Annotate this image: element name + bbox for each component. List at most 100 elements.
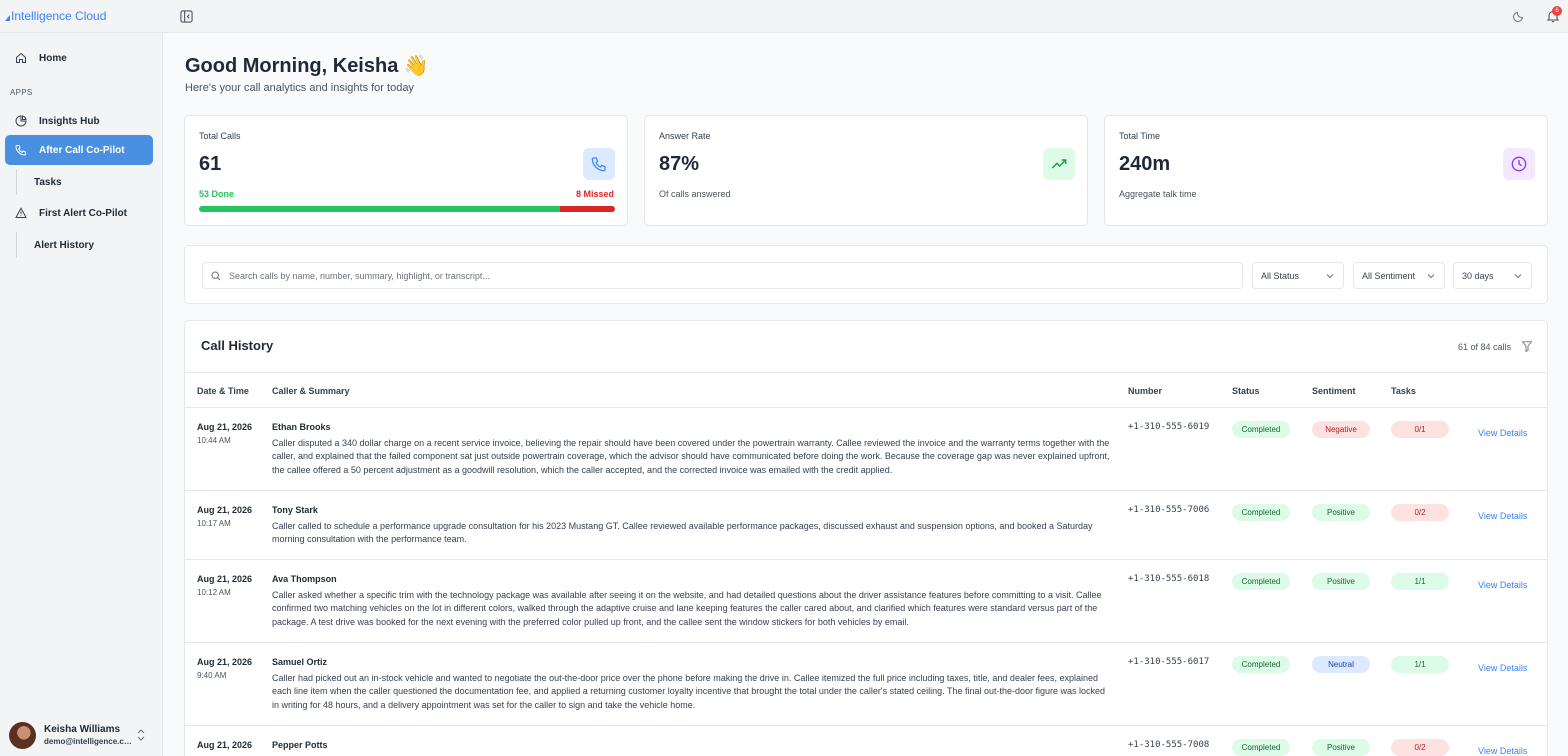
stat-card-answer-rate: Answer Rate 87% Of calls answered <box>644 115 1088 226</box>
view-details-link[interactable]: View Details <box>1478 663 1527 673</box>
column-header-status[interactable]: Status <box>1232 386 1260 396</box>
sentiment-select[interactable]: All Sentiment <box>1353 262 1445 289</box>
caller-name: Pepper Potts <box>272 740 328 750</box>
search-box[interactable] <box>202 262 1243 289</box>
caller-number: +1-310-555-6019 <box>1128 422 1210 432</box>
moon-icon[interactable] <box>1513 10 1525 22</box>
column-header-caller[interactable]: Caller & Summary <box>272 386 350 396</box>
call-count: 61 of 84 calls <box>1458 342 1512 352</box>
sidebar-item-insights-hub[interactable]: Insights Hub <box>5 106 153 136</box>
sidebar-item-label: Insights Hub <box>39 115 100 127</box>
tasks-badge: 0/1 <box>1391 421 1449 438</box>
stat-card-total-calls: Total Calls 61 53 Done 8 Missed <box>184 115 628 226</box>
stat-value: 240m <box>1119 153 1171 175</box>
view-details-link[interactable]: View Details <box>1478 428 1527 438</box>
user-email: demo@intelligence.cl... <box>44 737 132 746</box>
caller-number: +1-310-555-7008 <box>1128 740 1210 750</box>
sidebar-item-label: After Call Co-Pilot <box>39 144 125 156</box>
filter-bar: All Status All Sentiment 30 days <box>184 245 1548 304</box>
date-range-select[interactable]: 30 days <box>1453 262 1532 289</box>
sidebar: Home APPS Insights Hub After Call Co-Pil… <box>0 33 163 756</box>
view-details-link[interactable]: View Details <box>1478 746 1527 756</box>
done-segment <box>199 206 561 212</box>
sidebar-item-label: First Alert Co-Pilot <box>39 207 127 219</box>
sentiment-badge: Positive <box>1312 573 1370 590</box>
stat-card-total-time: Total Time 240m Aggregate talk time <box>1104 115 1548 226</box>
stat-sub: Of calls answered <box>659 189 731 199</box>
user-name: Keisha Williams <box>44 724 121 735</box>
stat-value: 87% <box>659 153 700 175</box>
notification-badge: 6 <box>1552 6 1562 16</box>
brand-logo[interactable]: Intelligence Cloud <box>5 9 106 23</box>
table-header: Date & Time Caller & Summary Number Stat… <box>185 372 1547 408</box>
alert-triangle-icon <box>15 207 27 218</box>
column-header-tasks[interactable]: Tasks <box>1391 386 1416 396</box>
sentiment-badge: Neutral <box>1312 656 1370 673</box>
call-summary: Caller called to schedule a performance … <box>272 521 1093 545</box>
status-badge: Completed <box>1232 739 1290 756</box>
stat-label: Answer Rate <box>659 131 711 141</box>
phone-icon <box>15 145 26 156</box>
call-summary: Caller disputed a 340 dollar charge on a… <box>272 438 1110 475</box>
caller-name: Samuel Ortiz <box>272 657 328 667</box>
filter-icon[interactable] <box>1522 341 1532 352</box>
chevron-up-down-icon <box>137 729 145 741</box>
sidebar-item-tasks[interactable]: Tasks <box>16 169 146 195</box>
call-history-title: Call History <box>201 338 274 353</box>
view-details-link[interactable]: View Details <box>1478 511 1527 521</box>
caller-number: +1-310-555-7006 <box>1128 505 1210 515</box>
collapse-sidebar-icon[interactable] <box>180 10 193 23</box>
call-summary: Caller asked whether a specific trim wit… <box>272 590 1102 627</box>
call-date: Aug 21, 2026 <box>197 740 253 750</box>
sidebar-item-label: Alert History <box>34 239 95 251</box>
view-details-link[interactable]: View Details <box>1478 580 1527 590</box>
status-badge: Completed <box>1232 421 1290 438</box>
table-row[interactable]: Aug 21, 2026 10:12 AM Ava Thompson Calle… <box>185 560 1547 643</box>
top-bar: Intelligence Cloud 6 <box>0 0 1568 33</box>
status-badge: Completed <box>1232 504 1290 521</box>
missed-segment <box>560 206 615 212</box>
caller-number: +1-310-555-6017 <box>1128 657 1210 667</box>
table-row[interactable]: Aug 21, 2026 10:17 AM Tony Stark Caller … <box>185 491 1547 560</box>
stat-label: Total Calls <box>199 131 241 141</box>
user-menu[interactable]: Keisha Williams demo@intelligence.cl... <box>9 720 154 750</box>
sidebar-item-alert-history[interactable]: Alert History <box>16 232 146 258</box>
sentiment-badge: Negative <box>1312 421 1370 438</box>
call-time: 10:17 AM <box>197 519 231 528</box>
call-date: Aug 21, 2026 <box>197 574 253 584</box>
table-row[interactable]: Aug 21, 2026 10:44 AM Ethan Brooks Calle… <box>185 408 1547 491</box>
brand-name: Intelligence Cloud <box>11 9 107 23</box>
sentiment-badge: Positive <box>1312 504 1370 521</box>
sidebar-item-home[interactable]: Home <box>5 43 153 73</box>
sidebar-item-label: Tasks <box>34 176 62 188</box>
column-header-number[interactable]: Number <box>1128 386 1162 396</box>
sidebar-item-first-alert-copilot[interactable]: First Alert Co-Pilot <box>5 198 153 228</box>
sidebar-item-after-call-copilot[interactable]: After Call Co-Pilot <box>5 135 153 165</box>
trending-up-icon <box>1043 148 1075 180</box>
clock-icon <box>1503 148 1535 180</box>
call-summary: Caller had picked out an in-stock vehicl… <box>272 673 1106 710</box>
date-range-select-value: 30 days <box>1462 270 1494 281</box>
page-subtitle: Here's your call analytics and insights … <box>185 82 414 94</box>
sentiment-select-value: All Sentiment <box>1362 270 1416 281</box>
column-header-date[interactable]: Date & Time <box>197 386 249 396</box>
status-badge: Completed <box>1232 656 1290 673</box>
stat-sub: Aggregate talk time <box>1119 189 1197 199</box>
search-input[interactable] <box>229 270 1229 281</box>
status-select-value: All Status <box>1261 270 1300 281</box>
column-header-sentiment[interactable]: Sentiment <box>1312 386 1356 396</box>
sidebar-section-apps: APPS <box>10 88 33 97</box>
status-select[interactable]: All Status <box>1252 262 1344 289</box>
pie-chart-icon <box>15 115 27 127</box>
table-row[interactable]: Aug 21, 2026 9:40 AM Samuel Ortiz Caller… <box>185 643 1547 726</box>
chevron-down-icon <box>1326 274 1334 279</box>
sentiment-badge: Positive <box>1312 739 1370 756</box>
tasks-badge: 1/1 <box>1391 656 1449 673</box>
status-badge: Completed <box>1232 573 1290 590</box>
call-time: 9:40 AM <box>197 671 227 680</box>
call-date: Aug 21, 2026 <box>197 657 253 667</box>
table-row[interactable]: Aug 21, 2026 Pepper Potts +1-310-555-700… <box>185 726 1547 756</box>
page-title: Good Morning, Keisha 👋 <box>185 55 429 77</box>
search-icon <box>211 270 221 280</box>
call-date: Aug 21, 2026 <box>197 505 253 515</box>
